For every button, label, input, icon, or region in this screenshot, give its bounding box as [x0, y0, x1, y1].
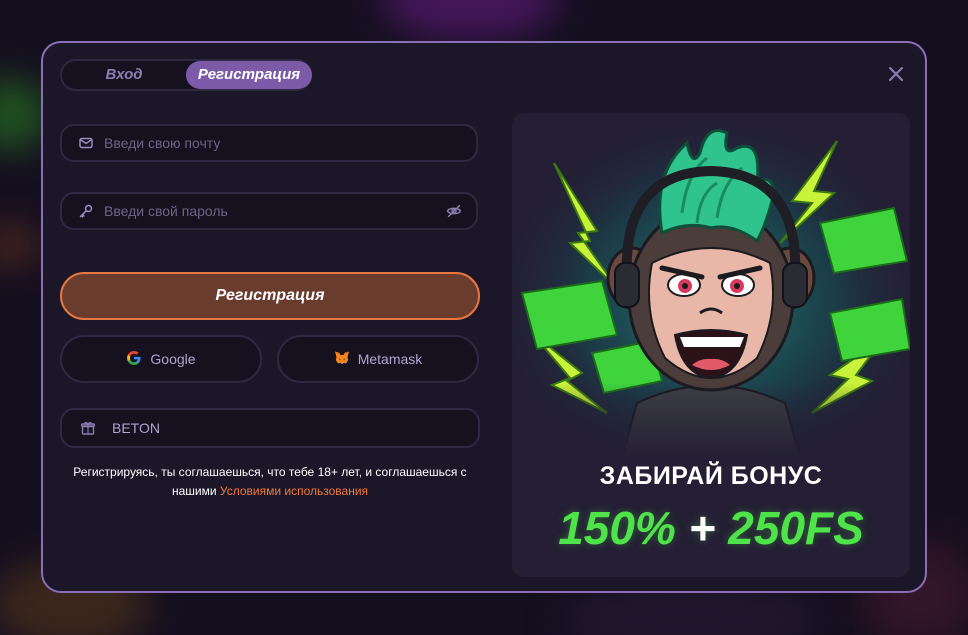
- google-label: Google: [150, 351, 196, 367]
- bonus-plus: +: [688, 502, 716, 554]
- tab-register[interactable]: Регистрация: [186, 61, 312, 89]
- metamask-login-button[interactable]: Metamask: [277, 335, 479, 383]
- bonus-banner: ЗАБИРАЙ БОНУС 150% + 250FS: [512, 113, 910, 577]
- promo-code-input[interactable]: [112, 410, 452, 446]
- bonus-title: ЗАБИРАЙ БОНУС: [599, 462, 823, 490]
- register-submit-button[interactable]: Регистрация: [60, 272, 480, 320]
- google-icon: [126, 350, 142, 369]
- promo-code-field: [60, 408, 480, 448]
- google-login-button[interactable]: Google: [60, 335, 262, 383]
- monkey-mascot-illustration: [512, 113, 910, 458]
- bonus-amount: 150% + 250FS: [512, 501, 910, 555]
- password-field: [60, 192, 478, 230]
- auth-tabs: Вход Регистрация: [60, 59, 312, 91]
- close-icon[interactable]: [886, 65, 906, 85]
- metamask-fox-icon: [334, 350, 350, 369]
- email-field: [60, 124, 478, 162]
- key-icon: [78, 203, 94, 219]
- tab-login[interactable]: Вход: [62, 61, 186, 89]
- email-input[interactable]: [104, 126, 434, 160]
- bonus-percent: 150%: [558, 502, 676, 554]
- gift-icon: [80, 420, 96, 436]
- metamask-label: Metamask: [357, 351, 423, 367]
- terms-link[interactable]: Условиями использования: [220, 484, 368, 498]
- password-input[interactable]: [104, 194, 434, 228]
- bonus-freespins: 250FS: [728, 502, 864, 554]
- eye-off-icon[interactable]: [446, 203, 462, 219]
- envelope-icon: [78, 135, 94, 151]
- terms-notice: Регистрируясь, ты соглашаешься, что тебе…: [60, 463, 480, 501]
- auth-modal: Вход Регистрация Регистрация Google: [41, 41, 927, 593]
